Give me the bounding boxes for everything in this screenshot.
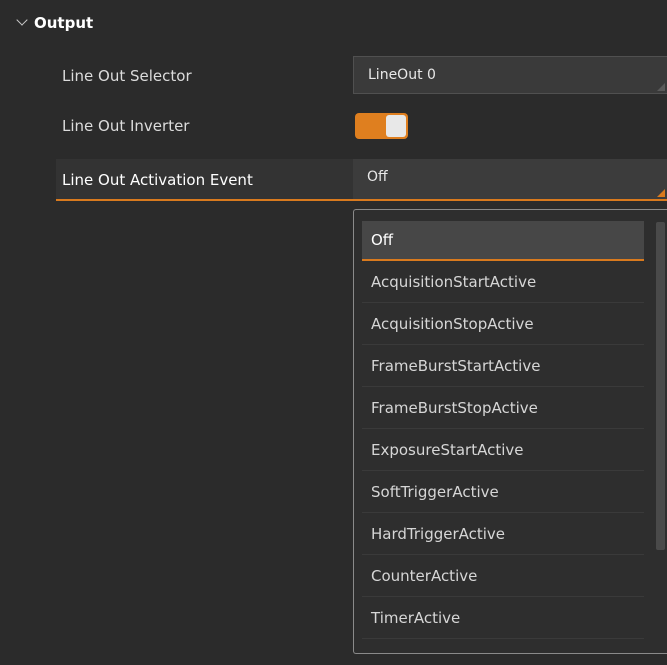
dropdown-option-counter-active[interactable]: CounterActive [362, 557, 644, 597]
dropdown-option-frame-burst-start-active[interactable]: FrameBurstStartActive [362, 347, 644, 387]
toggle-knob [386, 115, 406, 137]
line-out-selector-value: LineOut 0 [368, 67, 436, 83]
activation-event-dropdown-list[interactable]: Off AcquisitionStartActive AcquisitionSt… [353, 209, 667, 654]
dropdown-scrollbar[interactable] [656, 222, 665, 550]
line-out-inverter-toggle[interactable] [355, 113, 408, 139]
dropdown-option-off[interactable]: Off [362, 221, 644, 261]
dropdown-option-frame-burst-stop-active[interactable]: FrameBurstStopActive [362, 389, 644, 429]
chevron-down-icon[interactable] [16, 14, 28, 26]
dropdown-arrow-icon [657, 83, 665, 91]
line-out-selector-dropdown[interactable]: LineOut 0 [353, 56, 667, 94]
dropdown-option-timer-active[interactable]: TimerActive [362, 599, 644, 639]
section-header-output[interactable]: Output [0, 0, 667, 42]
line-out-selector-label: Line Out Selector [62, 67, 192, 85]
section-title: Output [34, 14, 94, 32]
dropdown-option-acquisition-start-active[interactable]: AcquisitionStartActive [362, 263, 644, 303]
dropdown-option-exposure-start-active[interactable]: ExposureStartActive [362, 431, 644, 471]
line-out-activation-event-label: Line Out Activation Event [62, 171, 253, 189]
dropdown-option-soft-trigger-active[interactable]: SoftTriggerActive [362, 473, 644, 513]
line-out-activation-event-value: Off [367, 169, 388, 185]
dropdown-option-hard-trigger-active[interactable]: HardTriggerActive [362, 515, 644, 555]
line-out-inverter-label: Line Out Inverter [62, 117, 190, 135]
line-out-activation-event-dropdown[interactable]: Off [353, 159, 667, 199]
dropdown-option-acquisition-stop-active[interactable]: AcquisitionStopActive [362, 305, 644, 345]
dropdown-arrow-icon [657, 189, 665, 197]
